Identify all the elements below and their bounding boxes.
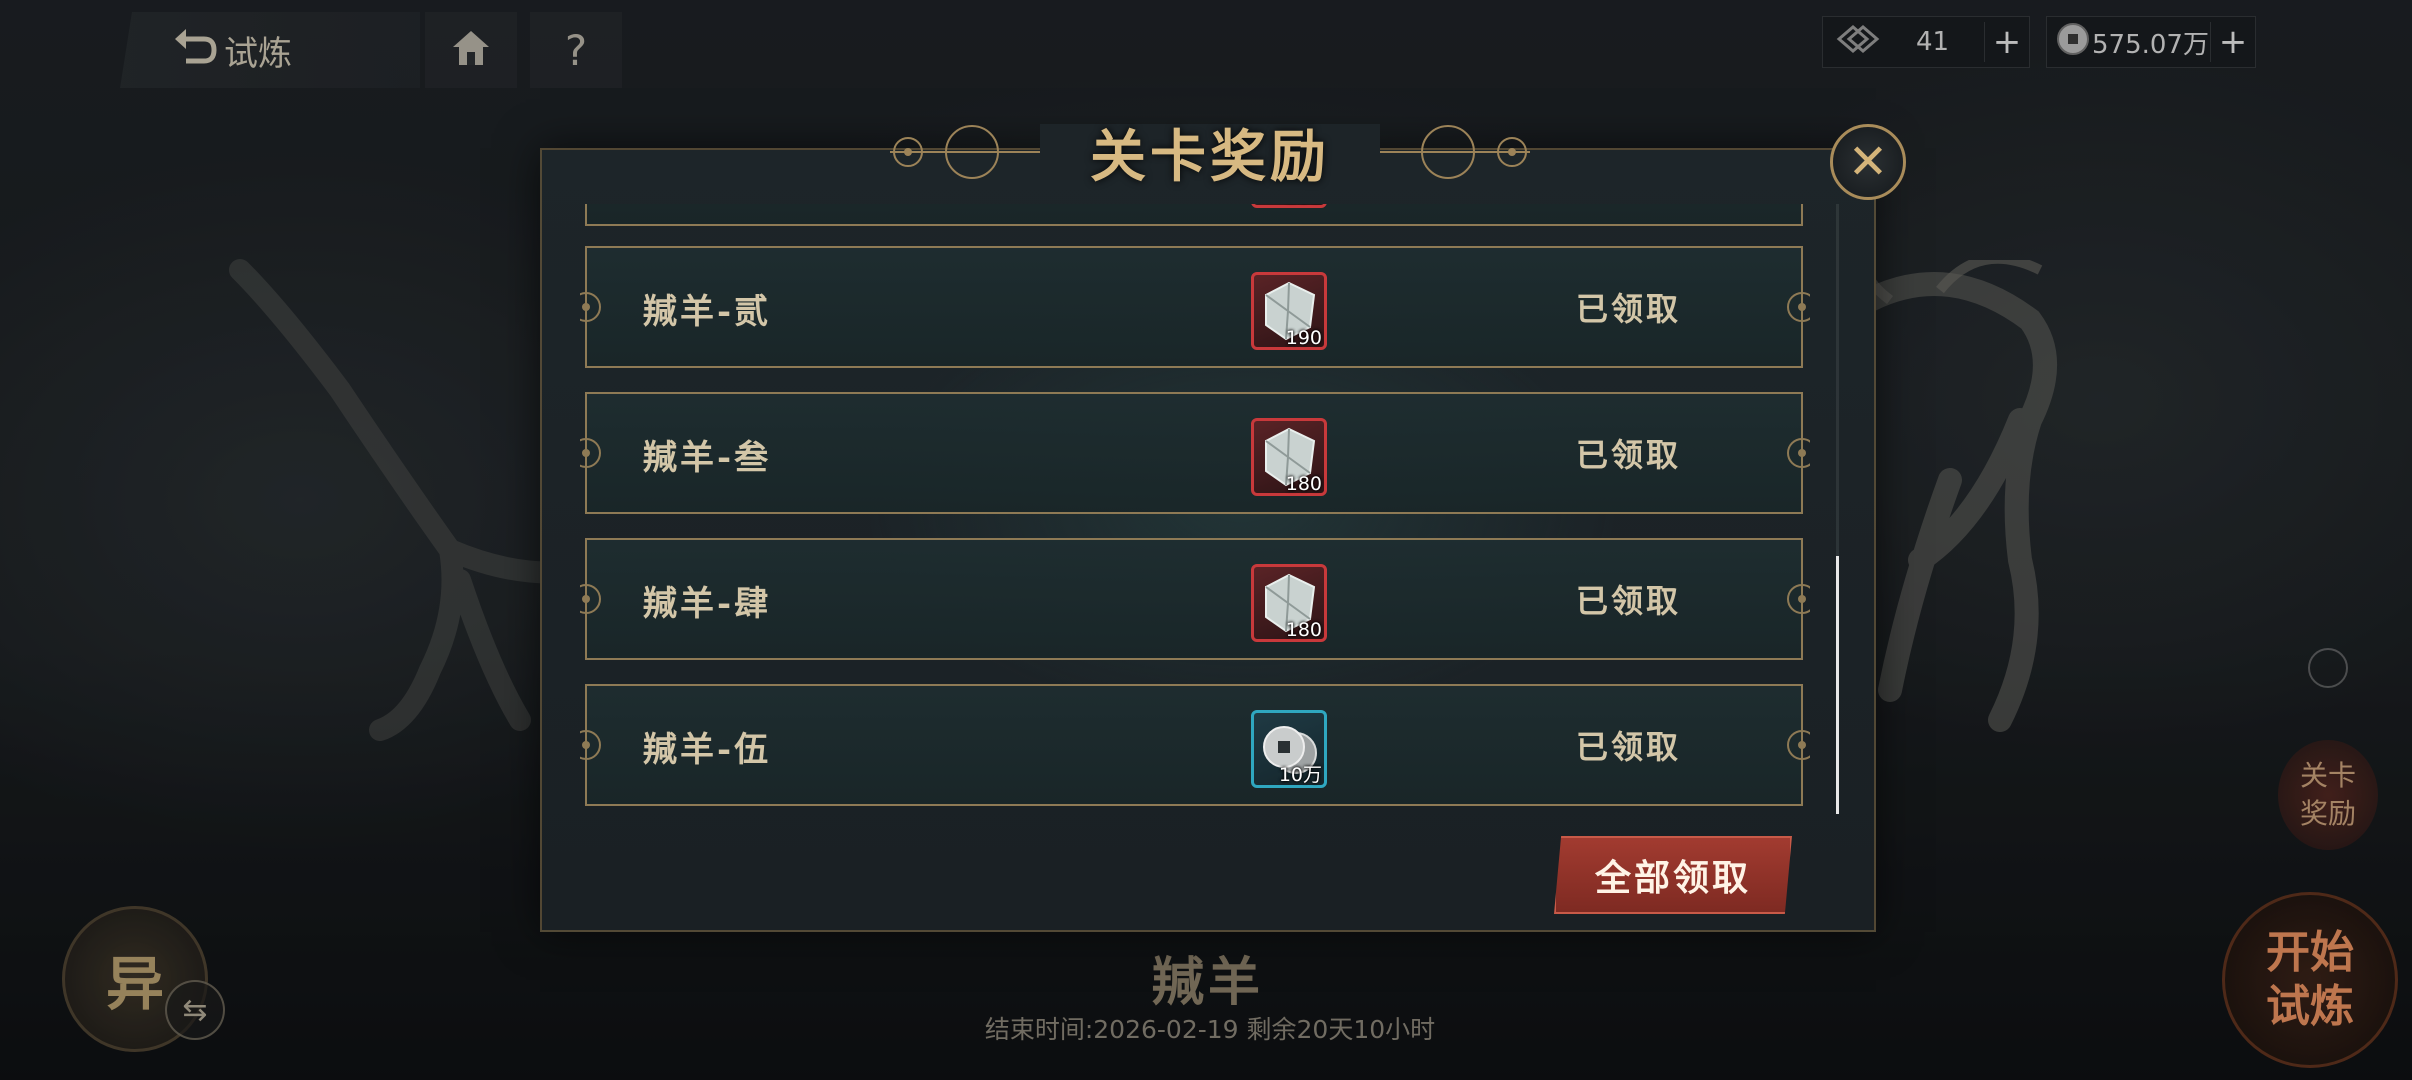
- reward-qty: 190: [1285, 327, 1322, 349]
- reward-status-claimed: 已领取: [1575, 436, 1681, 474]
- row-ring-ornament-icon: [580, 730, 601, 760]
- claim-all-button[interactable]: 全部领取: [1554, 836, 1792, 914]
- reward-list[interactable]: 200 羬羊-贰 190 已领取 羬羊-叁: [580, 204, 1810, 814]
- reward-status-claimed: 已领取: [1575, 728, 1681, 766]
- reward-qty: 180: [1285, 619, 1322, 641]
- reward-status-claimed: 已领取: [1575, 582, 1681, 620]
- game-screen: 试炼 ? 41 + 575.07万 + 羬羊 结束时间:2026-02-19 剩…: [0, 0, 2412, 1080]
- reward-row: 羬羊-叁 180 已领取: [580, 392, 1810, 514]
- row-ring-ornament-icon: [580, 584, 601, 614]
- row-ring-ornament-icon: [1787, 292, 1810, 322]
- dialog-title: 关卡奖励: [1090, 124, 1330, 190]
- claim-all-label: 全部领取: [1594, 857, 1751, 899]
- reward-item-silver-coin[interactable]: 10万: [1251, 710, 1327, 788]
- reward-qty: 10万: [1278, 764, 1322, 786]
- reward-row-name: 羬羊-肆: [643, 584, 772, 624]
- reward-row: 羬羊-肆 180 已领取: [580, 538, 1810, 660]
- reward-item-crystal[interactable]: 180: [1251, 564, 1327, 642]
- close-dialog-button[interactable]: ✕: [1830, 124, 1906, 200]
- close-icon: ✕: [1847, 134, 1889, 190]
- reward-qty: 180: [1285, 473, 1322, 495]
- reward-item-crystal[interactable]: 180: [1251, 418, 1327, 496]
- reward-row: 羬羊-贰 190 已领取: [580, 246, 1810, 368]
- reward-item-crystal[interactable]: 190: [1251, 272, 1327, 350]
- reward-item-crystal[interactable]: 200: [1251, 204, 1327, 208]
- reward-row-name: 羬羊-伍: [643, 730, 772, 770]
- reward-row-name: 羬羊-叁: [643, 438, 772, 478]
- reward-row: 200: [585, 204, 1803, 226]
- row-ring-ornament-icon: [580, 292, 601, 322]
- reward-qty: 200: [1286, 204, 1322, 207]
- reward-row-name: 羬羊-贰: [643, 292, 772, 332]
- row-ring-ornament-icon: [1787, 438, 1810, 468]
- reward-list-scroll-thumb[interactable]: [1836, 556, 1839, 814]
- row-ring-ornament-icon: [1787, 584, 1810, 614]
- reward-row: 羬羊-伍 10万 已领取: [580, 684, 1810, 806]
- row-ring-ornament-icon: [580, 438, 601, 468]
- reward-status-claimed: 已领取: [1575, 290, 1681, 328]
- row-ring-ornament-icon: [1787, 730, 1810, 760]
